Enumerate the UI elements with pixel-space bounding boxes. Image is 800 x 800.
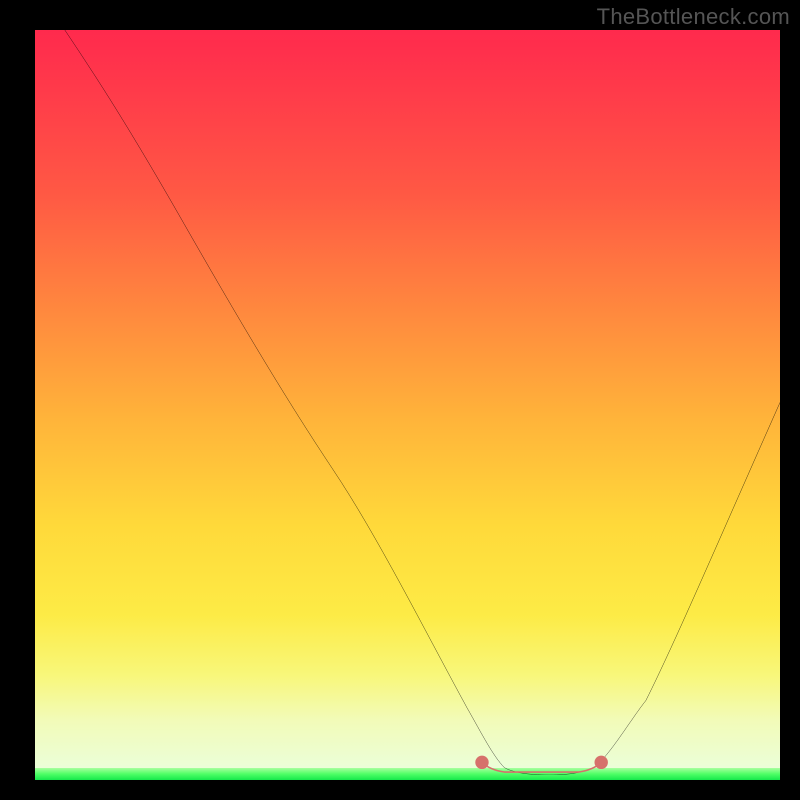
plot-area	[35, 30, 780, 780]
optimal-range-marker	[482, 762, 601, 772]
bottleneck-curve	[65, 30, 780, 775]
chart-frame: TheBottleneck.com	[0, 0, 800, 800]
optimal-range-marker-end-right	[594, 756, 607, 769]
optimal-range-marker-end-left	[475, 756, 488, 769]
watermark-text: TheBottleneck.com	[597, 4, 790, 30]
curve-layer	[35, 30, 780, 775]
